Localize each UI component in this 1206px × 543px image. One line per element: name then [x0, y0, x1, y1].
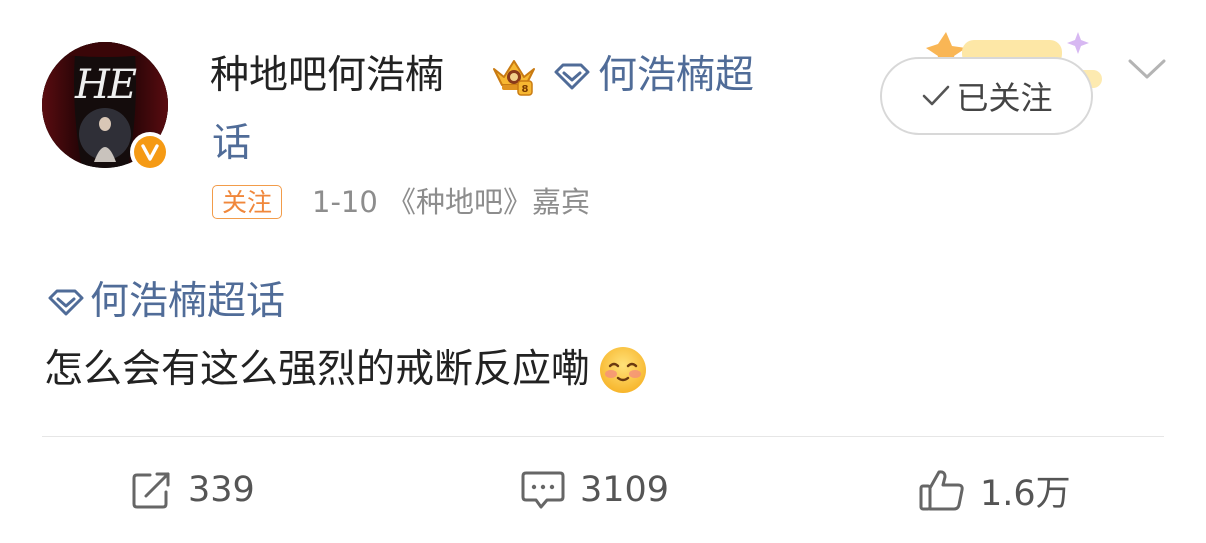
- author-topic-label: 何浩楠超: [598, 53, 755, 98]
- comment-count: 3109: [580, 470, 670, 510]
- repost-button[interactable]: 339: [130, 466, 255, 514]
- thumbs-up-icon: [919, 470, 964, 511]
- chevron-down-icon[interactable]: [1126, 55, 1168, 83]
- comment-button[interactable]: 3109: [520, 466, 669, 514]
- like-count: 1.6万: [980, 473, 1071, 514]
- checkmark-icon: [923, 85, 950, 106]
- repost-icon: [132, 472, 170, 509]
- post-topic-link[interactable]: 何浩楠超话: [46, 276, 285, 328]
- divider: [42, 436, 1164, 437]
- shy-face-emoji-icon: [600, 347, 647, 393]
- crown-badge-icon: 8: [488, 55, 540, 97]
- followed-button-label: 已关注: [956, 79, 1053, 117]
- author-meta: 1-10 《种地吧》嘉宾: [312, 185, 591, 219]
- follow-tag: 关注: [212, 185, 283, 219]
- author-name[interactable]: 种地吧何浩楠: [210, 50, 444, 102]
- verified-badge: [130, 132, 170, 172]
- comment-icon: [521, 471, 565, 509]
- post-content: 怎么会有这么强烈的戒断反应嘞: [44, 344, 648, 396]
- post-topic-label: 何浩楠超话: [90, 279, 286, 324]
- author-topic-link[interactable]: 何浩楠超: [552, 50, 754, 102]
- svg-text:8: 8: [522, 84, 529, 95]
- like-button[interactable]: 1.6万: [918, 466, 1071, 514]
- author-topic-link-wrap[interactable]: 话: [212, 118, 251, 170]
- diamond-icon: [48, 289, 84, 316]
- followed-button[interactable]: 已关注: [880, 57, 1093, 135]
- diamond-icon: [554, 63, 590, 90]
- avatar-initials: HE: [74, 62, 137, 108]
- post-content-text: 怎么会有这么强烈的戒断反应嘞: [44, 347, 591, 392]
- repost-count: 339: [188, 470, 255, 510]
